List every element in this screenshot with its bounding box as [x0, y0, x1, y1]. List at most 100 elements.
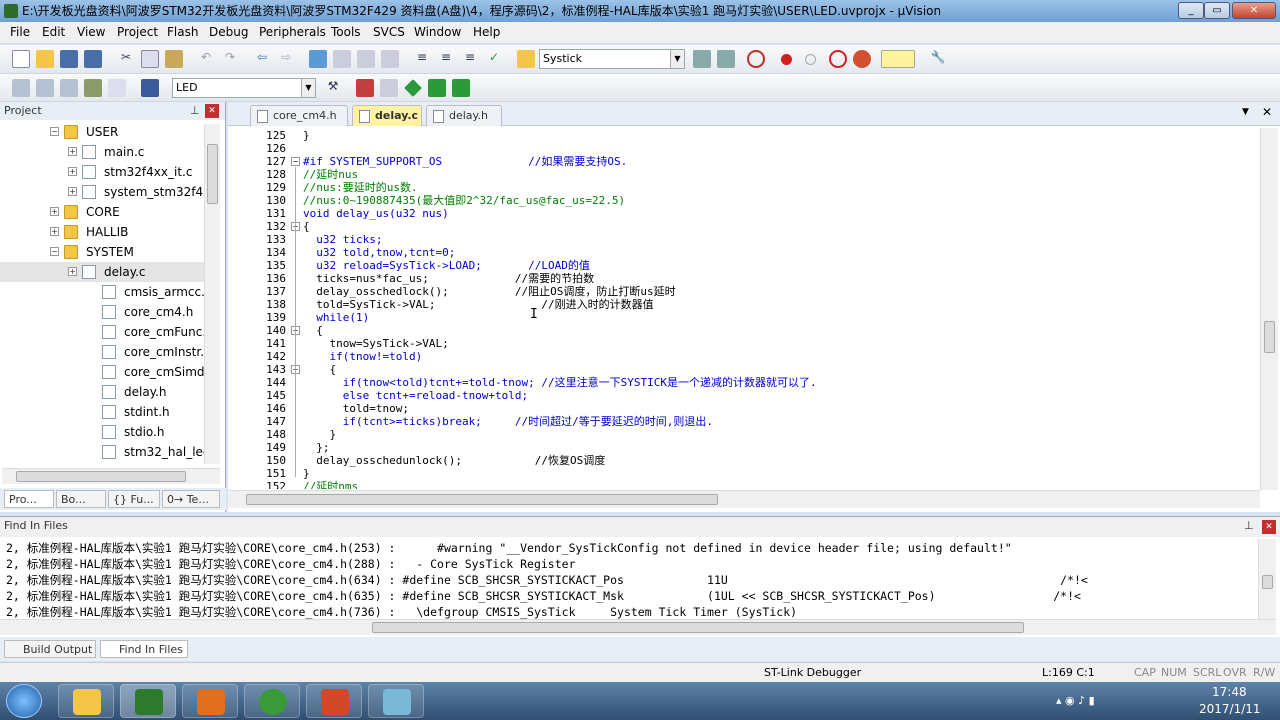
- code-line[interactable]: #if SYSTEM_SUPPORT_OS //如果需要支持OS.: [303, 155, 627, 168]
- redo-icon[interactable]: ↷: [221, 50, 239, 68]
- code-line[interactable]: }: [303, 428, 336, 441]
- find-hscrollbar[interactable]: [0, 619, 1276, 635]
- project-hscroll-thumb[interactable]: [16, 471, 186, 482]
- code-line[interactable]: told=SysTick->VAL; //刚进入时的计数器值: [303, 298, 653, 311]
- configure-icon[interactable]: 🔧: [929, 50, 947, 68]
- pin-icon[interactable]: ⊥: [190, 102, 200, 120]
- copy-icon[interactable]: [141, 50, 159, 68]
- tab-project[interactable]: Pro...: [4, 490, 54, 508]
- minimize-button[interactable]: _: [1178, 2, 1204, 19]
- tree-file[interactable]: + stm32f4xx_it.c: [0, 162, 204, 182]
- download-icon[interactable]: [141, 79, 159, 97]
- maximize-button[interactable]: ▭: [1204, 2, 1230, 19]
- breakpoint-disable-icon[interactable]: [805, 54, 816, 65]
- menu-debug[interactable]: Debug: [209, 25, 248, 39]
- editor-hscrollbar[interactable]: [228, 490, 1260, 508]
- find-result-row[interactable]: 2, 标准例程-HAL库版本\实验1 跑马灯实验\CORE\core_cm4.h…: [6, 604, 797, 620]
- undo-icon[interactable]: ↶: [197, 50, 215, 68]
- code-line[interactable]: u32 reload=SysTick->LOAD; //LOAD的值: [303, 259, 590, 272]
- menu-flash[interactable]: Flash: [167, 25, 198, 39]
- code-line[interactable]: u32 told,tnow,tcnt=0;: [303, 246, 455, 259]
- code-line[interactable]: ticks=nus*fac_us; //需要的节拍数: [303, 272, 594, 285]
- code-line[interactable]: if(tnow<told)tcnt+=told-tnow; //这里注意一下SY…: [303, 376, 817, 389]
- cut-icon[interactable]: ✂: [117, 50, 135, 68]
- open-folder-icon[interactable]: [36, 50, 54, 68]
- project-vscrollbar[interactable]: [204, 124, 220, 464]
- nav-forward-icon[interactable]: ⇨: [277, 50, 295, 68]
- tree-file[interactable]: core_cmInstr.h: [0, 342, 204, 362]
- menu-help[interactable]: Help: [473, 25, 500, 39]
- manage-components-icon[interactable]: [356, 79, 374, 97]
- chevron-down-icon[interactable]: ▼: [670, 50, 684, 68]
- code-line[interactable]: tnow=SysTick->VAL;: [303, 337, 448, 350]
- breakpoint-icon[interactable]: [781, 54, 792, 65]
- save-icon[interactable]: [60, 50, 78, 68]
- tab-list-icon[interactable]: ▼: [1242, 107, 1249, 117]
- tab-core-cm4-h[interactable]: core_cm4.h: [250, 105, 348, 126]
- pack-installer-icon[interactable]: [404, 79, 422, 97]
- unindent-icon[interactable]: ≡: [437, 50, 455, 68]
- code-line[interactable]: //nus:要延时的us数.: [303, 181, 418, 194]
- code-line[interactable]: u32 ticks;: [303, 233, 382, 246]
- stop-build-icon[interactable]: [108, 79, 126, 97]
- code-line[interactable]: }: [303, 129, 310, 142]
- save-all-icon[interactable]: [84, 50, 102, 68]
- code-line[interactable]: delay_osschedlock(); //阻止OS调度，防止打断us延时: [303, 285, 675, 298]
- paste-icon[interactable]: [165, 50, 183, 68]
- tray-icons[interactable]: ▴ ◉ ♪ ▮: [1056, 694, 1146, 708]
- menu-file[interactable]: File: [10, 25, 30, 39]
- tree-file[interactable]: + system_stm32f4xx.: [0, 182, 204, 202]
- breakpoint-kill-all-icon[interactable]: [853, 50, 871, 68]
- tree-file[interactable]: core_cmFunc.h: [0, 322, 204, 342]
- find-vscrollbar[interactable]: [1258, 539, 1276, 619]
- find-result-row[interactable]: 2, 标准例程-HAL库版本\实验1 跑马灯实验\CORE\core_cm4.h…: [6, 572, 1088, 588]
- tree-file[interactable]: core_cm4.h: [0, 302, 204, 322]
- expand-icon[interactable]: +: [68, 147, 77, 156]
- tree-file[interactable]: stdint.h: [0, 402, 204, 422]
- menu-edit[interactable]: Edit: [42, 25, 65, 39]
- rebuild-icon[interactable]: [60, 79, 78, 97]
- tree-file[interactable]: delay.h: [0, 382, 204, 402]
- tree-folder[interactable]: + CORE: [0, 202, 204, 222]
- expand-icon[interactable]: +: [50, 227, 59, 236]
- taskbar-keil[interactable]: [120, 684, 176, 718]
- editor-vscrollbar[interactable]: [1260, 128, 1278, 490]
- find-result-row[interactable]: 2, 标准例程-HAL库版本\实验1 跑马灯实验\CORE\core_cm4.h…: [6, 588, 1081, 604]
- tab-templates[interactable]: 0→ Te...: [162, 490, 220, 508]
- menu-window[interactable]: Window: [414, 25, 461, 39]
- expand-icon[interactable]: +: [68, 167, 77, 176]
- code-line[interactable]: if(tcnt>=ticks)break; //时间超过/等于要延迟的时间,则退…: [303, 415, 713, 428]
- target-combo[interactable]: LED ▼: [172, 78, 316, 98]
- component-icon[interactable]: [452, 79, 470, 97]
- menu-peripherals[interactable]: Peripherals: [259, 25, 326, 39]
- tree-folder[interactable]: − USER: [0, 122, 204, 142]
- next-bookmark-icon[interactable]: [357, 50, 375, 68]
- run-time-env-icon[interactable]: [428, 79, 446, 97]
- clear-bookmarks-icon[interactable]: [381, 50, 399, 68]
- code-line[interactable]: }: [303, 467, 310, 480]
- translate-icon[interactable]: [12, 79, 30, 97]
- taskbar-powerpoint[interactable]: [306, 684, 362, 718]
- taskbar-pdf[interactable]: [182, 684, 238, 718]
- find-icon[interactable]: [693, 50, 711, 68]
- taskbar-app[interactable]: [368, 684, 424, 718]
- tab-delay-c[interactable]: delay.c: [352, 105, 422, 126]
- find-hscroll-thumb[interactable]: [372, 622, 1024, 633]
- tree-folder[interactable]: − SYSTEM: [0, 242, 204, 262]
- target-options-icon[interactable]: ⚒: [324, 79, 342, 97]
- tree-file[interactable]: + main.c: [0, 142, 204, 162]
- editor-vscroll-thumb[interactable]: [1264, 321, 1275, 353]
- collapse-icon[interactable]: −: [50, 127, 59, 136]
- code-line[interactable]: told=tnow;: [303, 402, 409, 415]
- pin-icon[interactable]: ⊥: [1244, 517, 1254, 535]
- tab-books[interactable]: Bo...: [56, 490, 106, 508]
- tab-delay-h[interactable]: delay.h: [426, 105, 502, 126]
- code-line[interactable]: void delay_us(u32 nus): [303, 207, 449, 220]
- code-line[interactable]: else tcnt+=reload-tnow+told;: [303, 389, 528, 402]
- tab-functions[interactable]: {} Fu...: [108, 490, 160, 508]
- project-vscroll-thumb[interactable]: [207, 144, 218, 204]
- nav-back-icon[interactable]: ⇦: [253, 50, 271, 68]
- bookmark-icon[interactable]: [309, 50, 327, 68]
- prev-bookmark-icon[interactable]: [333, 50, 351, 68]
- code-line[interactable]: //延时nus: [303, 168, 358, 181]
